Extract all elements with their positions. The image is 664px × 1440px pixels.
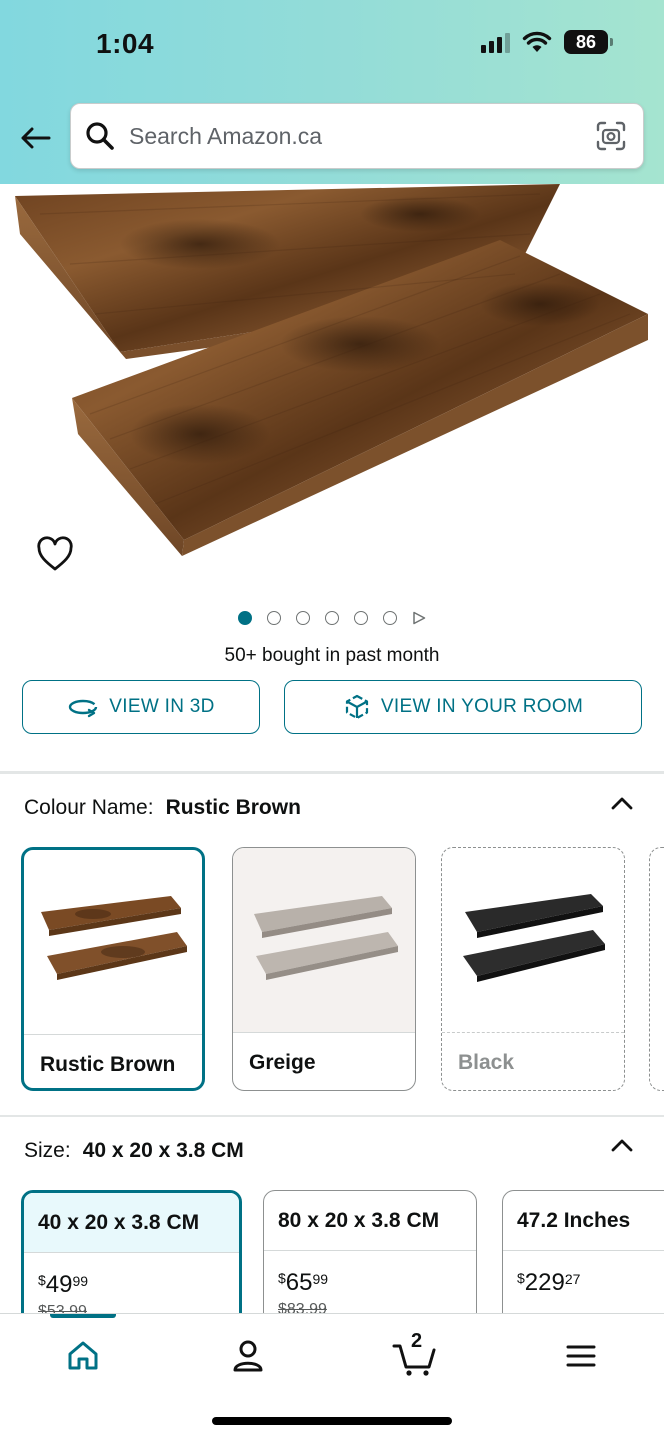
swatch-image-greige bbox=[233, 848, 415, 1032]
search-input[interactable]: Search Amazon.ca bbox=[70, 103, 644, 169]
size-heading: Size: 40 x 20 x 3.8 CM bbox=[24, 1139, 244, 1163]
colour-name-label: Colour Name: bbox=[24, 796, 154, 819]
size-option-name: 40 x 20 x 3.8 CM bbox=[24, 1193, 239, 1253]
colour-option-black[interactable]: Black bbox=[441, 847, 625, 1091]
size-option-price: $49 99 bbox=[38, 1271, 89, 1298]
pagination-dot[interactable] bbox=[296, 611, 310, 625]
view-in-3d-button[interactable]: VIEW IN 3D bbox=[22, 680, 260, 734]
size-option-price: $229 27 bbox=[517, 1269, 581, 1296]
size-option-80x20[interactable]: 80 x 20 x 3.8 CM $65 99 $83.99 bbox=[263, 1190, 477, 1330]
pagination-dot[interactable] bbox=[354, 611, 368, 625]
colour-name-heading: Colour Name: Rustic Brown bbox=[24, 796, 301, 820]
colour-option-more[interactable] bbox=[649, 847, 664, 1091]
swatch-image-black bbox=[442, 848, 624, 1032]
chevron-up-icon[interactable] bbox=[610, 795, 634, 811]
section-divider bbox=[0, 1115, 664, 1117]
size-option-40x20[interactable]: 40 x 20 x 3.8 CM $49 99 $53.99 bbox=[21, 1190, 242, 1330]
status-icons: 86 bbox=[481, 30, 613, 54]
size-option-47-inches[interactable]: 47.2 Inches $229 27 bbox=[502, 1190, 664, 1330]
tab-home[interactable] bbox=[53, 1334, 113, 1378]
home-icon bbox=[68, 1341, 98, 1370]
product-photo-shelves bbox=[15, 184, 648, 556]
image-pagination bbox=[0, 611, 664, 625]
size-value: 40 x 20 x 3.8 CM bbox=[82, 1139, 244, 1162]
pagination-dot[interactable] bbox=[325, 611, 339, 625]
camera-lens-icon[interactable] bbox=[595, 120, 627, 152]
back-button[interactable] bbox=[18, 118, 52, 158]
view-in-your-room-button[interactable]: VIEW IN YOUR ROOM bbox=[284, 680, 642, 734]
home-indicator[interactable] bbox=[212, 1417, 452, 1425]
person-icon bbox=[233, 1340, 263, 1372]
wifi-icon bbox=[522, 31, 552, 52]
tab-menu[interactable] bbox=[551, 1334, 611, 1378]
arrow-left-icon bbox=[21, 127, 51, 149]
search-placeholder: Search Amazon.ca bbox=[129, 122, 323, 149]
cart-count-badge: 2 bbox=[411, 1330, 423, 1352]
play-video-icon[interactable] bbox=[412, 611, 426, 625]
app-header: 1:04 86 Search Amazon.ca bbox=[0, 0, 664, 184]
cellular-signal-icon bbox=[481, 31, 510, 53]
swatch-image-rustic-brown bbox=[24, 850, 202, 1034]
swatch-label: Rustic Brown bbox=[24, 1034, 202, 1088]
pagination-dot-active[interactable] bbox=[238, 611, 252, 625]
size-option-name: 80 x 20 x 3.8 CM bbox=[264, 1191, 476, 1251]
pagination-dot[interactable] bbox=[267, 611, 281, 625]
colour-option-greige[interactable]: Greige bbox=[232, 847, 416, 1091]
battery-icon: 86 bbox=[564, 30, 613, 54]
section-divider bbox=[0, 771, 664, 774]
search-icon bbox=[86, 122, 114, 150]
hamburger-menu-icon bbox=[566, 1345, 596, 1367]
ar-cube-icon bbox=[345, 694, 369, 720]
product-image[interactable] bbox=[0, 184, 664, 584]
rotate-3d-icon bbox=[69, 699, 98, 718]
size-option-name: 47.2 Inches bbox=[503, 1191, 664, 1251]
colour-option-rustic-brown[interactable]: Rustic Brown bbox=[21, 847, 205, 1091]
size-option-price: $65 99 bbox=[278, 1269, 329, 1296]
active-tab-indicator bbox=[50, 1314, 116, 1318]
bought-past-month: 50+ bought in past month bbox=[224, 645, 440, 666]
pagination-dot[interactable] bbox=[383, 611, 397, 625]
chevron-up-icon[interactable] bbox=[610, 1137, 634, 1153]
swatch-label: Black bbox=[442, 1032, 624, 1090]
tab-cart[interactable]: 2 bbox=[385, 1330, 445, 1378]
view-in-your-room-label: VIEW IN YOUR ROOM bbox=[380, 696, 584, 717]
status-time: 1:04 bbox=[96, 28, 155, 59]
tab-account[interactable] bbox=[218, 1334, 278, 1378]
view-in-3d-label: VIEW IN 3D bbox=[109, 696, 215, 717]
swatch-label: Greige bbox=[233, 1032, 415, 1090]
size-label: Size: bbox=[24, 1139, 71, 1162]
heart-icon[interactable] bbox=[36, 536, 74, 572]
colour-name-value: Rustic Brown bbox=[165, 796, 301, 819]
